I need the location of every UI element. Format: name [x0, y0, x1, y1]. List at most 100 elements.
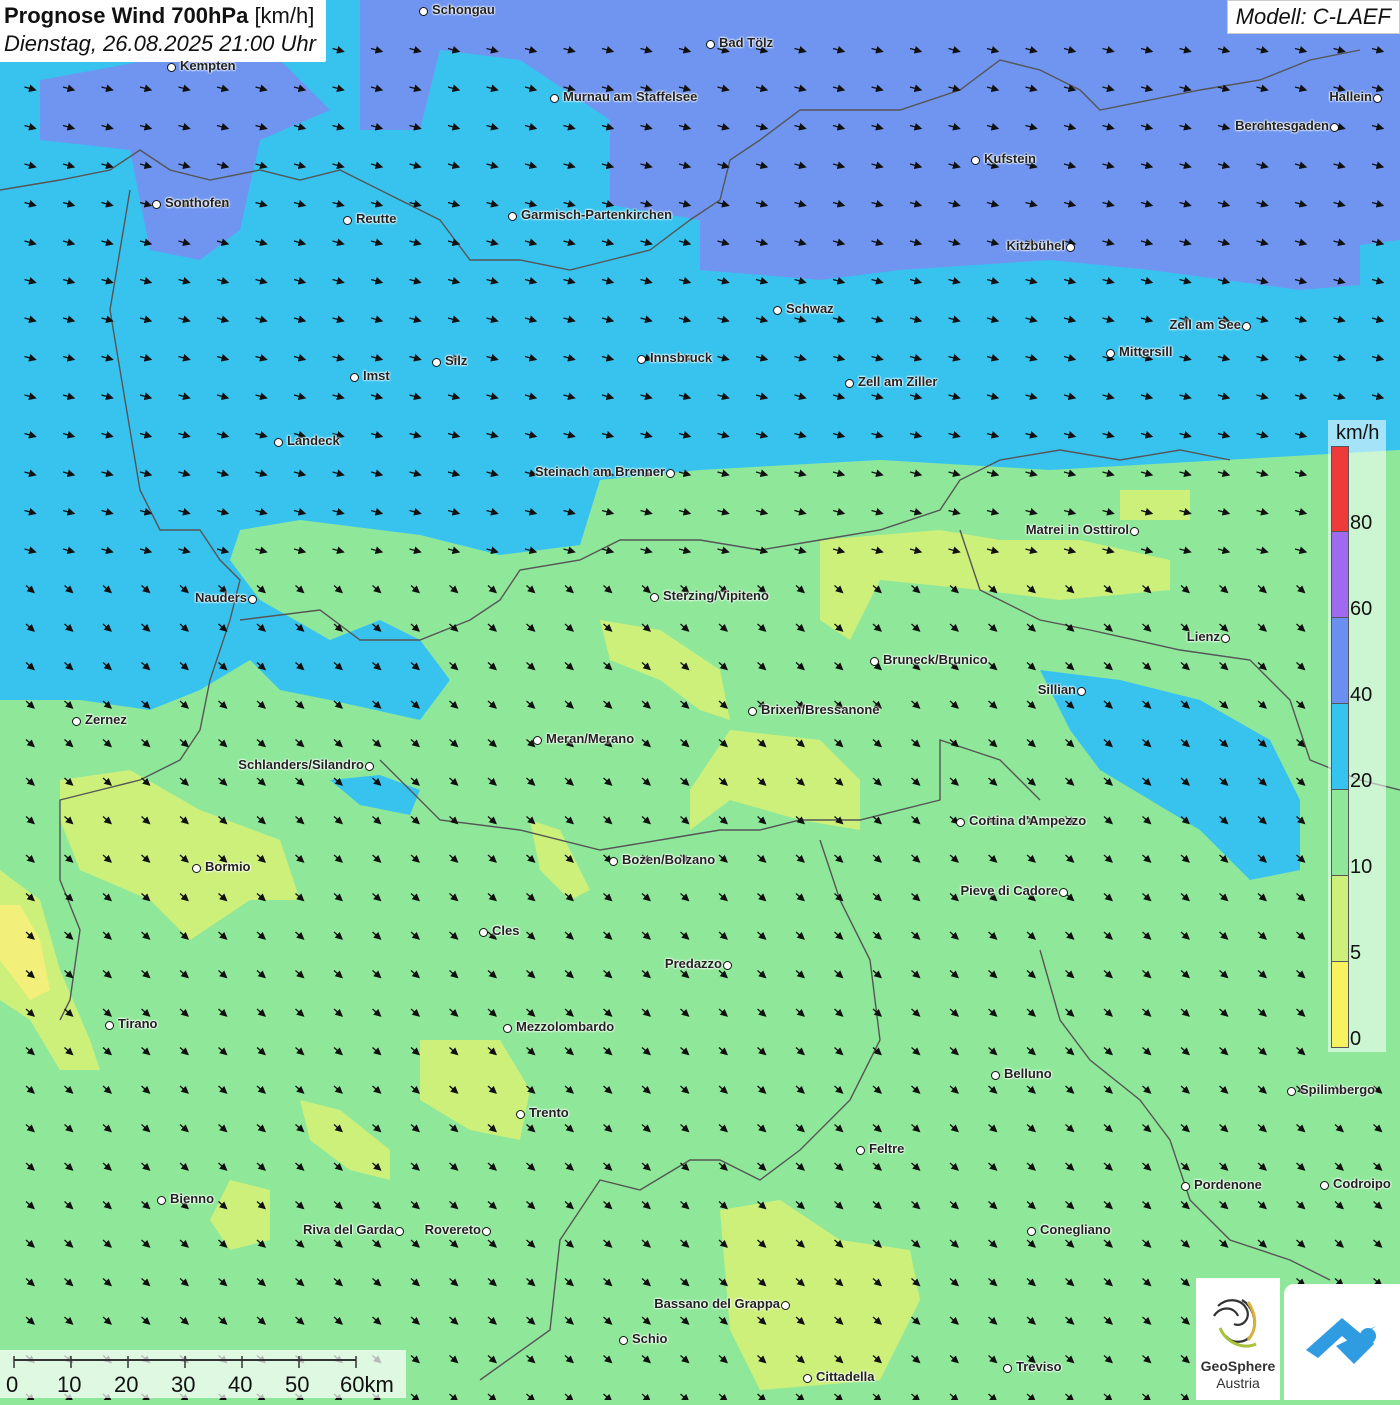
city-label[interactable]: Rovereto	[425, 1222, 481, 1237]
city-marker[interactable]	[157, 1196, 166, 1205]
city-marker[interactable]	[248, 595, 257, 604]
city-label[interactable]: Bad Tölz	[719, 35, 773, 50]
city-label[interactable]: Schlanders/Silandro	[238, 757, 364, 772]
city-marker[interactable]	[971, 156, 980, 165]
city-marker[interactable]	[870, 657, 879, 666]
city-label[interactable]: Sonthofen	[165, 195, 229, 210]
city-marker[interactable]	[1242, 322, 1251, 331]
city-label[interactable]: Berchtesgaden	[1235, 118, 1329, 133]
city-label[interactable]: Schio	[632, 1331, 667, 1346]
city-label[interactable]: Kitzbühel	[1007, 238, 1066, 253]
city-label[interactable]: Reutte	[356, 211, 396, 226]
city-label[interactable]: Mittersill	[1119, 344, 1172, 359]
city-label[interactable]: Mezzolombardo	[516, 1019, 614, 1034]
city-label[interactable]: Meran/Merano	[546, 731, 634, 746]
city-marker[interactable]	[419, 7, 428, 16]
city-label[interactable]: Pordenone	[1194, 1177, 1262, 1192]
city-marker[interactable]	[192, 864, 201, 873]
city-label[interactable]: Feltre	[869, 1141, 904, 1156]
city-marker[interactable]	[1287, 1087, 1296, 1096]
city-label[interactable]: Lienz	[1187, 629, 1220, 644]
city-label[interactable]: Predazzo	[665, 956, 722, 971]
city-label[interactable]: Conegliano	[1040, 1222, 1111, 1237]
city-marker[interactable]	[723, 961, 732, 970]
city-marker[interactable]	[72, 717, 81, 726]
city-label[interactable]: Matrei in Osttirol	[1026, 522, 1129, 537]
city-label[interactable]: Brixen/Bressanone	[761, 702, 880, 717]
city-label[interactable]: Murnau am Staffelsee	[563, 89, 697, 104]
city-marker[interactable]	[803, 1374, 812, 1383]
city-marker[interactable]	[482, 1227, 491, 1236]
city-marker[interactable]	[748, 707, 757, 716]
city-label[interactable]: Zernez	[85, 712, 127, 727]
city-marker[interactable]	[274, 438, 283, 447]
city-marker[interactable]	[650, 593, 659, 602]
city-label[interactable]: Spilimbergo	[1300, 1082, 1375, 1097]
city-label[interactable]: Schwaz	[786, 301, 834, 316]
wind-map[interactable]	[0, 0, 1400, 1400]
city-marker[interactable]	[1221, 634, 1230, 643]
city-label[interactable]: Garmisch-Partenkirchen	[521, 207, 672, 222]
city-label[interactable]: Imst	[363, 368, 390, 383]
city-label[interactable]: Bozen/Bolzano	[622, 852, 715, 867]
city-label[interactable]: Landeck	[287, 433, 340, 448]
city-label[interactable]: Trento	[529, 1105, 569, 1120]
city-label[interactable]: Sterzing/Vipiteno	[663, 588, 769, 603]
city-marker[interactable]	[533, 736, 542, 745]
city-marker[interactable]	[343, 216, 352, 225]
city-marker[interactable]	[1373, 94, 1382, 103]
geosphere-logo[interactable]: GeoSphere Austria	[1196, 1278, 1280, 1400]
city-label[interactable]: Kempten	[180, 58, 236, 73]
city-marker[interactable]	[105, 1021, 114, 1030]
city-label[interactable]: Tirano	[118, 1016, 158, 1031]
city-label[interactable]: Innsbruck	[650, 350, 712, 365]
city-label[interactable]: Belluno	[1004, 1066, 1052, 1081]
city-label[interactable]: Treviso	[1016, 1359, 1062, 1374]
city-label[interactable]: Zell am Ziller	[858, 374, 937, 389]
city-marker[interactable]	[1027, 1227, 1036, 1236]
city-label[interactable]: Zell am See	[1169, 317, 1241, 332]
city-marker[interactable]	[516, 1110, 525, 1119]
city-marker[interactable]	[773, 306, 782, 315]
city-marker[interactable]	[637, 355, 646, 364]
city-marker[interactable]	[1330, 123, 1339, 132]
city-marker[interactable]	[1077, 687, 1086, 696]
city-label[interactable]: Cittadella	[816, 1369, 875, 1384]
city-marker[interactable]	[503, 1024, 512, 1033]
city-marker[interactable]	[781, 1301, 790, 1310]
city-marker[interactable]	[1106, 349, 1115, 358]
city-marker[interactable]	[550, 94, 559, 103]
city-marker[interactable]	[706, 40, 715, 49]
city-marker[interactable]	[856, 1146, 865, 1155]
city-marker[interactable]	[666, 469, 675, 478]
city-label[interactable]: Bassano del Grappa	[654, 1296, 780, 1311]
city-marker[interactable]	[1130, 527, 1139, 536]
city-marker[interactable]	[395, 1227, 404, 1236]
city-label[interactable]: Riva del Garda	[303, 1222, 394, 1237]
city-marker[interactable]	[956, 818, 965, 827]
city-marker[interactable]	[432, 358, 441, 367]
city-label[interactable]: Hallein	[1329, 89, 1372, 104]
city-marker[interactable]	[619, 1336, 628, 1345]
city-marker[interactable]	[167, 63, 176, 72]
city-label[interactable]: Pieve di Cadore	[960, 883, 1058, 898]
city-label[interactable]: Kufstein	[984, 151, 1036, 166]
city-marker[interactable]	[845, 379, 854, 388]
city-marker[interactable]	[508, 212, 517, 221]
city-marker[interactable]	[479, 928, 488, 937]
city-label[interactable]: Cortina d'Ampezzo	[969, 813, 1086, 828]
city-label[interactable]: Codroipo	[1333, 1176, 1391, 1191]
city-label[interactable]: Bormio	[205, 859, 251, 874]
city-label[interactable]: Sillian	[1038, 682, 1076, 697]
city-label[interactable]: Silz	[445, 353, 467, 368]
city-marker[interactable]	[1066, 243, 1075, 252]
app-logo-icon[interactable]	[1284, 1284, 1400, 1400]
city-label[interactable]: Steinach am Brenner	[535, 464, 665, 479]
city-label[interactable]: Bienno	[170, 1191, 214, 1206]
city-marker[interactable]	[365, 762, 374, 771]
city-marker[interactable]	[152, 200, 161, 209]
city-label[interactable]: Nauders	[195, 590, 247, 605]
city-marker[interactable]	[1320, 1181, 1329, 1190]
city-marker[interactable]	[1181, 1182, 1190, 1191]
city-marker[interactable]	[1059, 888, 1068, 897]
